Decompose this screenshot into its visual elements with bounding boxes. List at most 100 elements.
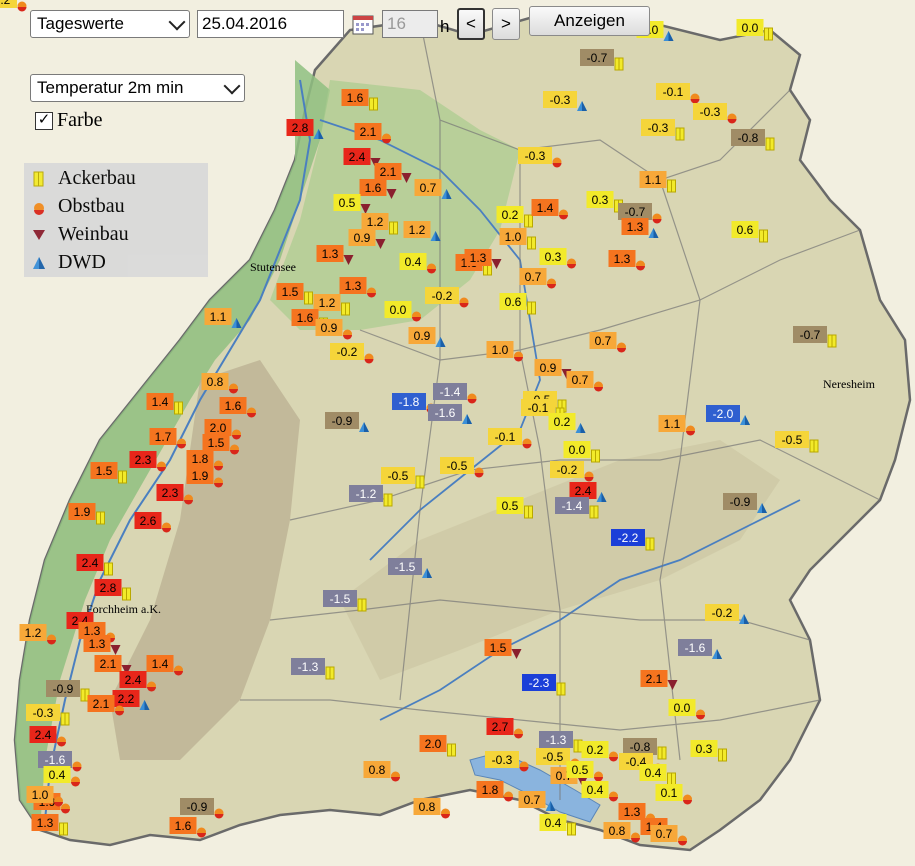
station-value: 1.4 <box>152 395 169 409</box>
acker-icon <box>675 127 685 141</box>
station-value: 0.0 <box>390 303 407 317</box>
acker-icon <box>809 439 819 453</box>
station-value: -2.3 <box>529 676 550 690</box>
color-checkbox[interactable]: ✓ <box>35 111 53 130</box>
station-value: -0.1 <box>495 430 516 444</box>
station-value: 0.0 <box>674 701 691 715</box>
station-value: 0.5 <box>339 196 356 210</box>
acker-icon <box>667 179 676 193</box>
parameter-select[interactable]: Temperatur 2m min <box>30 74 245 102</box>
apple-icon <box>504 791 513 802</box>
next-button[interactable]: > <box>492 8 520 40</box>
station-value: 1.3 <box>322 247 339 261</box>
period-select-value: Tageswerte <box>37 14 124 33</box>
legend-label: Weinbau <box>58 223 129 245</box>
station-value: 1.3 <box>614 252 631 266</box>
station-value: 1.3 <box>37 816 54 830</box>
acker-icon <box>764 27 773 41</box>
apple-icon <box>391 771 400 782</box>
show-button[interactable]: Anzeigen <box>529 6 650 36</box>
station-value: 0.8 <box>609 824 626 838</box>
station-value: 0.6 <box>737 223 754 237</box>
acker-icon <box>33 171 44 186</box>
station-value: -1.4 <box>440 385 461 399</box>
station-value: 0.9 <box>540 361 557 375</box>
apple-icon <box>71 776 80 787</box>
legend-item-wein: Weinbau <box>32 223 129 246</box>
place-label: Stutensee <box>250 260 296 274</box>
station-value: -2.2 <box>618 531 639 545</box>
apple-icon <box>72 761 82 772</box>
apple-icon <box>617 342 626 353</box>
station-value: 1.5 <box>490 641 507 655</box>
station-value: 0.6 <box>505 295 522 309</box>
acker-icon <box>645 537 655 551</box>
acker-icon <box>765 137 775 151</box>
chevron-down-icon <box>223 77 241 94</box>
station-value: -0.3 <box>550 93 571 107</box>
station-value: 2.8 <box>292 121 309 135</box>
station-value: -1.5 <box>395 560 416 574</box>
station-value: 0.0 <box>569 443 586 457</box>
station-value: 2.3 <box>135 453 152 467</box>
apple-icon <box>412 311 421 322</box>
acker-icon <box>589 505 599 519</box>
station-value: 0.7 <box>525 270 542 284</box>
station-value: -0.3 <box>525 149 546 163</box>
apple-icon <box>609 751 618 762</box>
hour-value: 16 <box>387 14 406 33</box>
station-value: -0.8 <box>630 740 651 754</box>
apple-icon <box>382 133 391 144</box>
place-label: Forchheim a.K. <box>86 602 161 616</box>
apple-icon <box>214 477 223 488</box>
station-value: 1.9 <box>74 505 91 519</box>
acker-icon <box>657 746 667 760</box>
station-value: 2.4 <box>349 150 366 164</box>
station-value: 0.7 <box>420 181 437 195</box>
apple-icon <box>631 832 640 843</box>
station-value: 0.4 <box>49 768 66 782</box>
station-value: -1.4 <box>562 499 583 513</box>
date-input[interactable]: 25.04.2016 <box>197 10 344 38</box>
acker-icon <box>369 97 378 111</box>
station-value: 1.5 <box>96 464 113 478</box>
station-value: 1.2 <box>319 296 336 310</box>
calendar-icon[interactable] <box>352 13 374 35</box>
hour-input[interactable]: 16 <box>382 10 438 38</box>
station-value: 0.4 <box>645 766 662 780</box>
apple-icon <box>47 634 56 645</box>
apple-icon <box>552 157 562 168</box>
acker-icon <box>174 401 183 415</box>
station-value: 2.4 <box>575 484 592 498</box>
hour-unit: h <box>440 17 450 36</box>
station-value: 2.0 <box>210 421 227 435</box>
acker-icon <box>524 214 533 228</box>
station-value: -1.8 <box>399 395 420 409</box>
station-value: -0.5 <box>447 459 468 473</box>
apple-icon <box>636 260 645 271</box>
apple-icon <box>184 494 193 505</box>
acker-icon <box>383 493 393 507</box>
apple-icon <box>584 471 594 482</box>
period-select[interactable]: Tageswerte <box>30 10 190 38</box>
acker-icon <box>567 822 576 836</box>
station-value: -0.9 <box>332 414 353 428</box>
station-value: -1.3 <box>298 660 319 674</box>
station-value: 1.3 <box>627 220 644 234</box>
prev-button[interactable]: < <box>457 8 485 40</box>
station-value: 1.6 <box>297 311 314 325</box>
acker-icon <box>96 511 105 525</box>
color-checkbox-row[interactable]: ✓ Farbe <box>35 109 103 132</box>
station-value: 1.1 <box>210 310 227 324</box>
apple-icon <box>683 794 692 805</box>
apple-icon <box>147 681 156 692</box>
station-value: -0.3 <box>492 753 513 767</box>
apple-icon <box>177 438 186 449</box>
station-value: 0.3 <box>545 250 562 264</box>
station-value: 1.6 <box>365 181 382 195</box>
apple-icon <box>157 461 166 472</box>
apple-icon <box>34 202 44 215</box>
station-value: 0.3 <box>592 193 609 207</box>
dwd-icon <box>33 256 45 269</box>
map-canvas[interactable]: Stutensee Neresheim Forchheim a.K. 0.0 0.… <box>0 0 915 866</box>
